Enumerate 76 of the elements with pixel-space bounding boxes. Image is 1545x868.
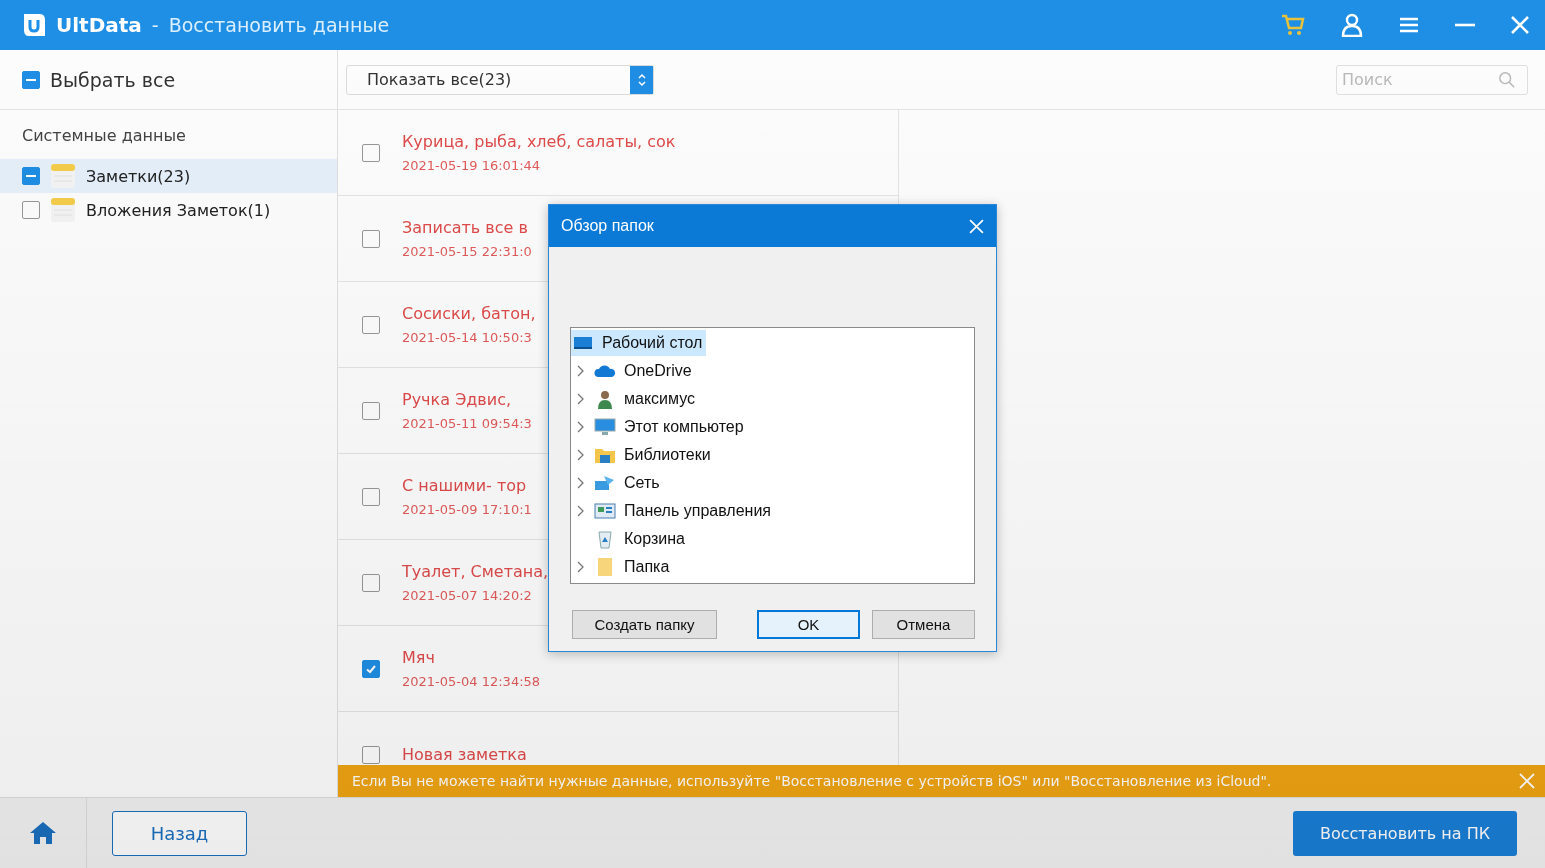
expand-icon[interactable] — [576, 477, 584, 489]
monitor-icon — [593, 418, 617, 436]
note-title[interactable]: Туалет, Сметана, — [402, 562, 549, 581]
expand-icon[interactable] — [576, 449, 584, 461]
expand-icon[interactable] — [576, 365, 584, 377]
app-logo-icon — [22, 12, 46, 38]
tree-item[interactable]: Панель управления — [593, 498, 775, 524]
dialog-button[interactable]: Отмена — [872, 610, 975, 639]
app-name: UltData — [56, 13, 142, 37]
tree-item[interactable]: максимус — [593, 386, 699, 412]
tree-item[interactable]: Библиотеки — [593, 442, 715, 468]
checkbox[interactable] — [22, 201, 40, 219]
checkbox[interactable] — [362, 315, 380, 334]
control-panel-icon — [593, 503, 617, 519]
dialog-title: Обзор папок — [561, 217, 654, 235]
expand-icon[interactable] — [576, 421, 584, 433]
close-icon[interactable] — [1519, 773, 1535, 789]
hint-text: Если Вы не можете найти нужные данные, используйте "Восстановление с устройств iOS" или "Восстановление из iCloud". — [352, 773, 1273, 789]
note-date: 2021-05-14 10:50:3 — [402, 330, 533, 345]
expand-icon[interactable] — [576, 393, 584, 405]
note-title[interactable]: Мяч — [402, 648, 541, 667]
note-date: 2021-05-07 14:20:2 — [402, 588, 533, 603]
checkbox[interactable] — [362, 659, 380, 678]
sidebar-item[interactable]: Вложения Заметок(1) — [0, 193, 337, 227]
checkbox[interactable] — [362, 401, 380, 420]
filter-dropdown[interactable]: Показать все(23) — [346, 64, 654, 95]
checkbox[interactable] — [362, 745, 380, 764]
tree-item[interactable]: Корзина — [593, 526, 689, 552]
note-date: 2021-05-15 22:31:0 — [402, 244, 532, 259]
category-heading: Системные данные — [21, 125, 187, 147]
expand-icon[interactable] — [576, 505, 584, 517]
back-button[interactable]: Назад — [112, 810, 247, 856]
checkbox[interactable] — [22, 70, 40, 89]
expand-icon[interactable] — [576, 561, 584, 573]
note-title[interactable]: Курица, рыба, хлеб, салаты, сок — [402, 132, 676, 151]
search-icon — [1498, 70, 1516, 89]
notepad-icon — [50, 163, 76, 189]
window-title: Восстановить данные — [168, 14, 390, 36]
dialog-button[interactable]: Создать папку — [572, 610, 717, 639]
close-icon[interactable] — [1511, 16, 1529, 34]
note-title[interactable]: Ручка Эдвис, — [402, 390, 532, 409]
tree-item[interactable]: Этот компьютер — [593, 414, 748, 440]
note-date: 2021-05-04 12:34:58 — [402, 674, 541, 689]
sidebar-item[interactable]: Заметки(23) — [0, 159, 337, 193]
home-icon[interactable] — [29, 821, 57, 845]
folder-icon — [593, 446, 617, 464]
checkbox[interactable] — [362, 573, 380, 592]
note-date: 2021-05-09 17:10:1 — [402, 502, 532, 517]
chevron-icon — [636, 72, 647, 87]
checkbox[interactable] — [362, 229, 380, 248]
cloud-icon — [593, 364, 617, 378]
cart-icon[interactable] — [1281, 14, 1305, 36]
minimize-icon[interactable] — [1455, 23, 1475, 27]
note-title[interactable]: С нашими- тор — [402, 476, 532, 495]
tree-item[interactable]: Папка — [593, 554, 674, 580]
note-title[interactable]: Новая заметка — [402, 745, 527, 764]
note-date: 2021-05-19 16:01:44 — [402, 158, 542, 173]
tree-item[interactable]: Рабочий стол — [571, 330, 707, 356]
note-title[interactable]: Сосиски, батон, — [402, 304, 536, 323]
dialog-button[interactable]: OK — [757, 610, 860, 639]
checkbox[interactable] — [362, 487, 380, 506]
tree-item[interactable]: OneDrive — [593, 358, 696, 384]
desktop-icon — [571, 335, 595, 351]
select-all-label[interactable]: Выбрать все — [50, 68, 176, 91]
note-date: 2021-05-11 09:54:3 — [402, 416, 532, 431]
notepad-icon — [50, 197, 76, 223]
close-icon[interactable] — [969, 218, 984, 234]
checkbox[interactable] — [362, 143, 380, 162]
checkbox[interactable] — [22, 167, 40, 185]
tree-item[interactable]: Сеть — [593, 470, 664, 496]
search-field[interactable]: Поиск — [1336, 64, 1528, 95]
note-title[interactable]: Записать все в — [402, 218, 532, 237]
title-separator: - — [151, 14, 159, 36]
menu-icon[interactable] — [1399, 17, 1419, 33]
user-icon[interactable] — [1341, 13, 1363, 37]
recover-button[interactable]: Восстановить на ПК — [1293, 810, 1517, 856]
